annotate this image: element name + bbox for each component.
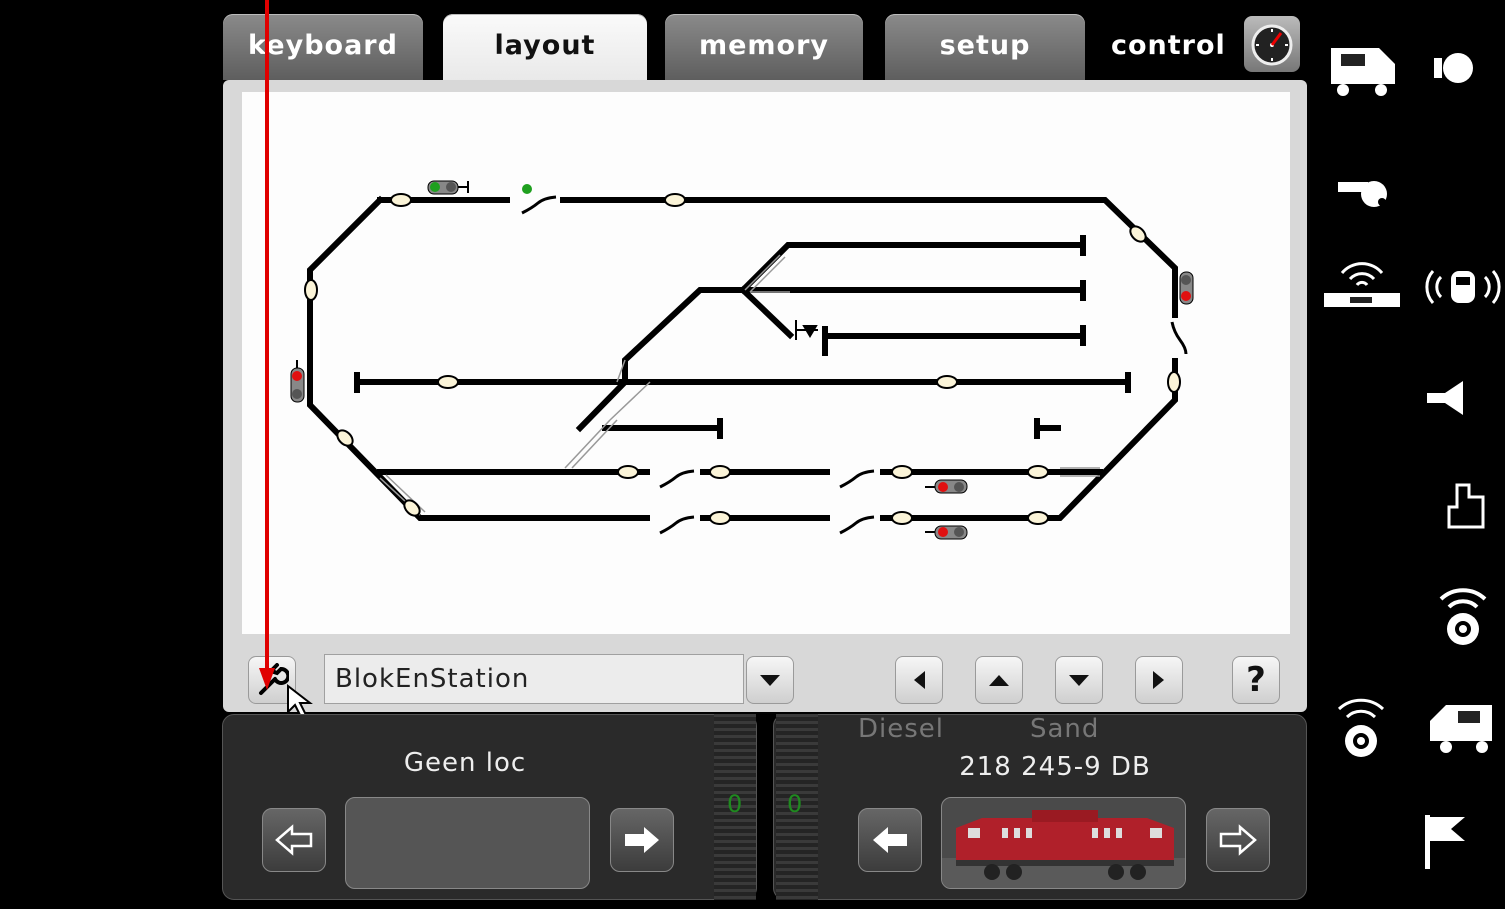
arrow-right-icon <box>625 827 659 853</box>
stopwatch-icon[interactable] <box>1244 16 1300 72</box>
whistle-icon[interactable] <box>1335 175 1391 211</box>
tab-keyboard[interactable]: keyboard <box>223 14 423 80</box>
diesel-locomotive-icon <box>942 810 1185 888</box>
layout-dropdown-button[interactable] <box>746 656 794 704</box>
scroll-down-button[interactable] <box>1055 656 1103 704</box>
tab-label: layout <box>494 30 596 61</box>
speed-value-right: 0 <box>787 790 803 818</box>
speed-value-left: 0 <box>727 790 743 818</box>
help-button[interactable]: ? <box>1232 656 1280 704</box>
loco-image-slot-left[interactable] <box>345 797 590 889</box>
tab-setup[interactable]: setup <box>885 14 1085 80</box>
arrow-left-icon <box>873 827 907 853</box>
chevron-down-icon <box>760 675 780 686</box>
tab-label: setup <box>939 30 1031 61</box>
loco-name-left: Geen loc <box>403 748 527 778</box>
layout-name: BlokEnStation <box>335 664 530 694</box>
annotation-arrowhead-icon <box>259 668 275 690</box>
direction-left-button[interactable] <box>262 808 326 872</box>
tab-memory[interactable]: memory <box>665 14 863 80</box>
layout-select[interactable]: BlokEnStation <box>324 654 744 704</box>
loco-image-right[interactable] <box>941 797 1186 889</box>
tab-label: keyboard <box>248 30 398 61</box>
loco-smoke-icon[interactable] <box>1425 695 1501 757</box>
station-announcement-icon[interactable] <box>1322 255 1402 313</box>
wheel-radio-icon[interactable] <box>1330 690 1392 762</box>
loco-name-right: 218 245-9 DB <box>959 752 1151 782</box>
loco-function-train-icon[interactable] <box>1325 38 1401 100</box>
help-label: ? <box>1246 660 1266 700</box>
direction-right-button-right[interactable] <box>1206 808 1270 872</box>
wheel-sound-icon[interactable] <box>1432 580 1494 650</box>
scroll-up-button[interactable] <box>975 656 1023 704</box>
headlight-icon[interactable] <box>1430 48 1476 88</box>
tab-label: control <box>1111 30 1226 61</box>
horn-icon[interactable] <box>1422 378 1470 418</box>
arrow-up-icon <box>989 675 1009 686</box>
tab-label: memory <box>698 30 830 61</box>
coupler-icon[interactable] <box>1442 480 1488 532</box>
arrow-left-outline-icon <box>275 824 313 856</box>
arrow-right-icon <box>1153 671 1164 689</box>
signal-icon <box>290 180 1194 540</box>
arrow-right-outline-icon <box>1219 824 1257 856</box>
scroll-left-button[interactable] <box>895 656 943 704</box>
radio-sound-icon[interactable] <box>1422 262 1504 312</box>
direction-right-button[interactable] <box>610 808 674 872</box>
arrow-down-icon <box>1069 675 1089 686</box>
scroll-right-button[interactable] <box>1135 656 1183 704</box>
function-label-sand[interactable]: Sand <box>1030 714 1099 744</box>
annotation-arrow <box>265 0 269 680</box>
function-label-diesel[interactable]: Diesel <box>858 714 944 744</box>
tab-layout[interactable]: layout <box>443 14 647 84</box>
direction-left-button-right[interactable] <box>858 808 922 872</box>
flag-icon[interactable] <box>1420 810 1472 872</box>
track-layout-canvas[interactable] <box>242 92 1290 634</box>
arrow-left-icon <box>914 671 925 689</box>
